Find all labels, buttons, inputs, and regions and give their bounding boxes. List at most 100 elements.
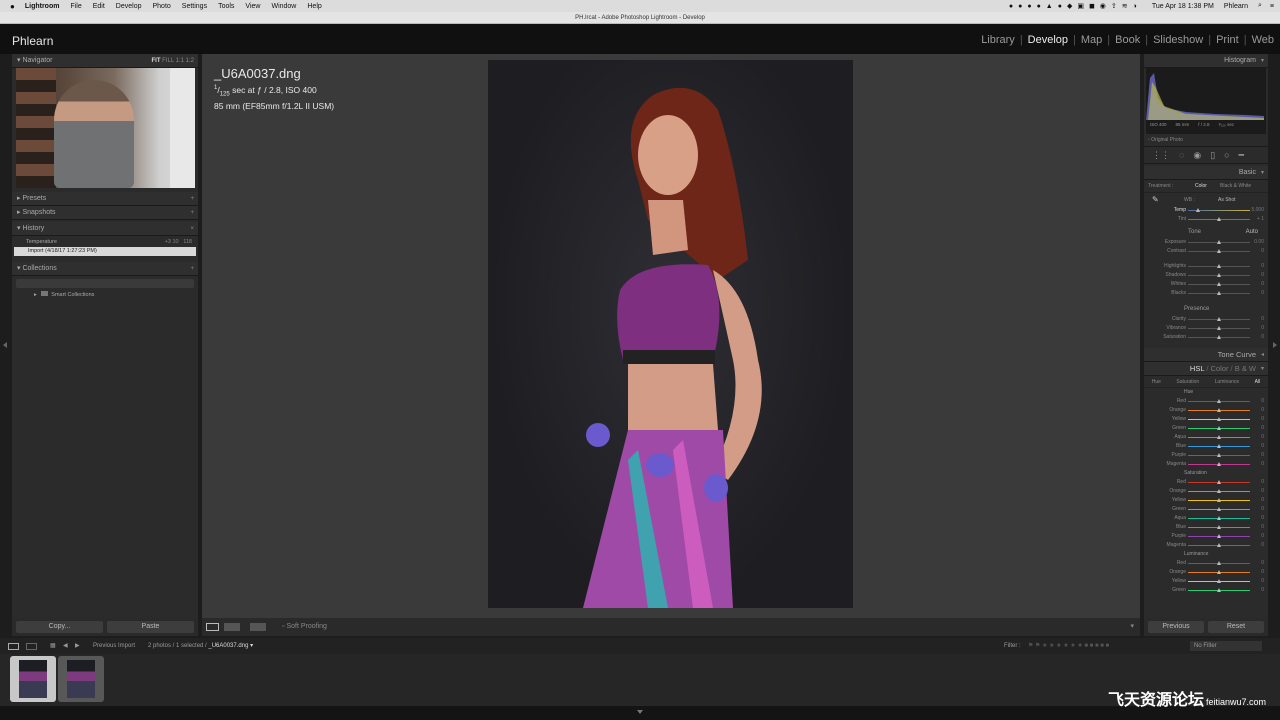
slider-knob[interactable] xyxy=(1217,561,1221,565)
slider-value[interactable]: 0 xyxy=(1261,271,1264,280)
back-arrow-icon[interactable]: ◀ xyxy=(63,638,68,654)
menu-app-name[interactable]: Lightroom xyxy=(25,3,60,10)
menu-help[interactable]: Help xyxy=(307,3,321,10)
slider-knob[interactable] xyxy=(1217,543,1221,547)
highlights-slider[interactable]: Highlights 0 xyxy=(1144,262,1268,271)
slider-value[interactable]: 0 xyxy=(1261,541,1264,550)
clarity-slider[interactable]: Clarity 0 xyxy=(1144,315,1268,324)
adjustment-brush-icon[interactable]: ━ xyxy=(1239,150,1244,161)
current-photo-select[interactable]: _U6A0037.dng ▾ xyxy=(208,643,253,649)
module-book[interactable]: Book xyxy=(1115,34,1140,46)
slider-knob[interactable] xyxy=(1217,273,1221,277)
hsl-header[interactable]: HSL / Color / B & W ▾ xyxy=(1144,362,1268,376)
zoom-fill[interactable]: FILL xyxy=(162,58,174,64)
slider-value[interactable]: 0 xyxy=(1261,577,1264,586)
slider-knob[interactable] xyxy=(1217,498,1221,502)
hue-slider[interactable]: Yellow 0 xyxy=(1144,415,1268,424)
luminance-slider[interactable]: Orange 0 xyxy=(1144,568,1268,577)
menu-tools[interactable]: Tools xyxy=(218,3,234,10)
slider-value[interactable]: 0 xyxy=(1261,478,1264,487)
saturation-slider[interactable]: Yellow 0 xyxy=(1144,496,1268,505)
whites-slider[interactable]: Whites 0 xyxy=(1144,280,1268,289)
slider-value[interactable]: 0 xyxy=(1261,333,1264,342)
saturation-slider[interactable]: Purple 0 xyxy=(1144,532,1268,541)
single-monitor-icon[interactable] xyxy=(8,643,19,650)
reset-button[interactable]: Reset xyxy=(1208,621,1264,633)
filmstrip-source[interactable]: Previous Import xyxy=(93,638,135,654)
slider-knob[interactable] xyxy=(1217,217,1221,221)
hsl-hue-tab[interactable]: Hue xyxy=(1152,376,1161,387)
paste-button[interactable]: Paste xyxy=(107,621,194,633)
menu-file[interactable]: File xyxy=(70,3,81,10)
slider-knob[interactable] xyxy=(1217,525,1221,529)
snapshots-header[interactable]: ▸ Snapshots + xyxy=(12,206,198,220)
menu-edit[interactable]: Edit xyxy=(93,3,105,10)
menu-window[interactable]: Window xyxy=(271,3,296,10)
slider-knob[interactable] xyxy=(1217,435,1221,439)
search-icon[interactable]: ⌕ xyxy=(1258,2,1262,10)
slider-knob[interactable] xyxy=(1196,208,1200,212)
history-header[interactable]: ▾ History × xyxy=(12,222,198,236)
module-map[interactable]: Map xyxy=(1081,34,1102,46)
slider-knob[interactable] xyxy=(1217,282,1221,286)
treatment-color[interactable]: Color xyxy=(1195,180,1207,192)
navigator-zoom-options[interactable]: FIT FILL 1:1 1:2 xyxy=(152,54,195,68)
slider-value[interactable]: 0 xyxy=(1261,406,1264,415)
menubar-user[interactable]: Phlearn xyxy=(1224,3,1248,10)
menu-settings[interactable]: Settings xyxy=(182,3,207,10)
hsl-bw-tab[interactable]: B & W xyxy=(1235,364,1256,373)
slider-knob[interactable] xyxy=(1217,579,1221,583)
slider-knob[interactable] xyxy=(1217,417,1221,421)
filmstrip-toggle-icon[interactable] xyxy=(637,710,643,714)
histogram[interactable]: ISO 400 85 mm f / 2.8 ¹⁄₁₂₅ sec xyxy=(1146,68,1266,134)
before-after-icon[interactable] xyxy=(224,623,240,631)
slider-knob[interactable] xyxy=(1217,426,1221,430)
hue-slider[interactable]: Magenta 0 xyxy=(1144,460,1268,469)
slider-knob[interactable] xyxy=(1217,480,1221,484)
menubar-clock[interactable]: Tue Apr 18 1:38 PM xyxy=(1152,3,1214,10)
hsl-title[interactable]: HSL xyxy=(1190,364,1204,373)
filter-select[interactable]: No Filter xyxy=(1190,641,1262,651)
hsl-luminance-tab[interactable]: Luminance xyxy=(1215,376,1239,387)
right-panel-toggle-icon[interactable] xyxy=(1273,342,1277,348)
temp-slider[interactable]: Temp 5,000 xyxy=(1144,206,1268,215)
slider-value[interactable]: 0 xyxy=(1261,496,1264,505)
slider-knob[interactable] xyxy=(1217,453,1221,457)
contrast-slider[interactable]: Contrast 0 xyxy=(1144,247,1268,256)
blacks-slider[interactable]: Blacks 0 xyxy=(1144,289,1268,298)
slider-knob[interactable] xyxy=(1217,462,1221,466)
slider-value[interactable]: 0 xyxy=(1261,247,1264,256)
module-develop[interactable]: Develop xyxy=(1028,34,1068,46)
slider-value[interactable]: 0 xyxy=(1261,532,1264,541)
slider-knob[interactable] xyxy=(1217,317,1221,321)
slider-value[interactable]: 0 xyxy=(1261,289,1264,298)
status-icons[interactable]: ●●●●▲●◆▣◼◉⇪≋◑ xyxy=(1009,2,1142,10)
luminance-slider[interactable]: Yellow 0 xyxy=(1144,577,1268,586)
slider-value[interactable]: 0 xyxy=(1261,442,1264,451)
module-print[interactable]: Print xyxy=(1216,34,1239,46)
forward-arrow-icon[interactable]: ▶ xyxy=(75,638,80,654)
saturation-slider[interactable]: Green 0 xyxy=(1144,505,1268,514)
slider-value[interactable]: 0 xyxy=(1261,324,1264,333)
luminance-slider[interactable]: Red 0 xyxy=(1144,559,1268,568)
slider-knob[interactable] xyxy=(1217,408,1221,412)
zoom-1-1[interactable]: 1:1 xyxy=(176,58,184,64)
hue-slider[interactable]: Purple 0 xyxy=(1144,451,1268,460)
slider-knob[interactable] xyxy=(1217,326,1221,330)
slider-value[interactable]: 0 xyxy=(1261,523,1264,532)
slider-knob[interactable] xyxy=(1217,534,1221,538)
soft-proofing-checkbox[interactable]: ▫ Soft Proofing xyxy=(282,618,327,636)
collections-header[interactable]: ▾ Collections + xyxy=(12,262,198,276)
toolbar-menu-icon[interactable]: ▾ xyxy=(1130,618,1134,636)
saturation-slider[interactable]: Blue 0 xyxy=(1144,523,1268,532)
module-web[interactable]: Web xyxy=(1252,34,1274,46)
collections-search-input[interactable] xyxy=(16,279,194,288)
red-eye-icon[interactable]: ◉ xyxy=(1193,150,1201,161)
slider-knob[interactable] xyxy=(1217,507,1221,511)
slider-value[interactable]: 0 xyxy=(1261,415,1264,424)
slider-value[interactable]: 0 xyxy=(1261,424,1264,433)
saturation-slider[interactable]: Saturation 0 xyxy=(1144,333,1268,342)
tone-curve-header[interactable]: Tone Curve ◂ xyxy=(1144,348,1268,362)
second-monitor-icon[interactable] xyxy=(26,643,37,650)
history-item-selected[interactable]: Import (4/18/17 1:27:23 PM) xyxy=(14,247,196,256)
